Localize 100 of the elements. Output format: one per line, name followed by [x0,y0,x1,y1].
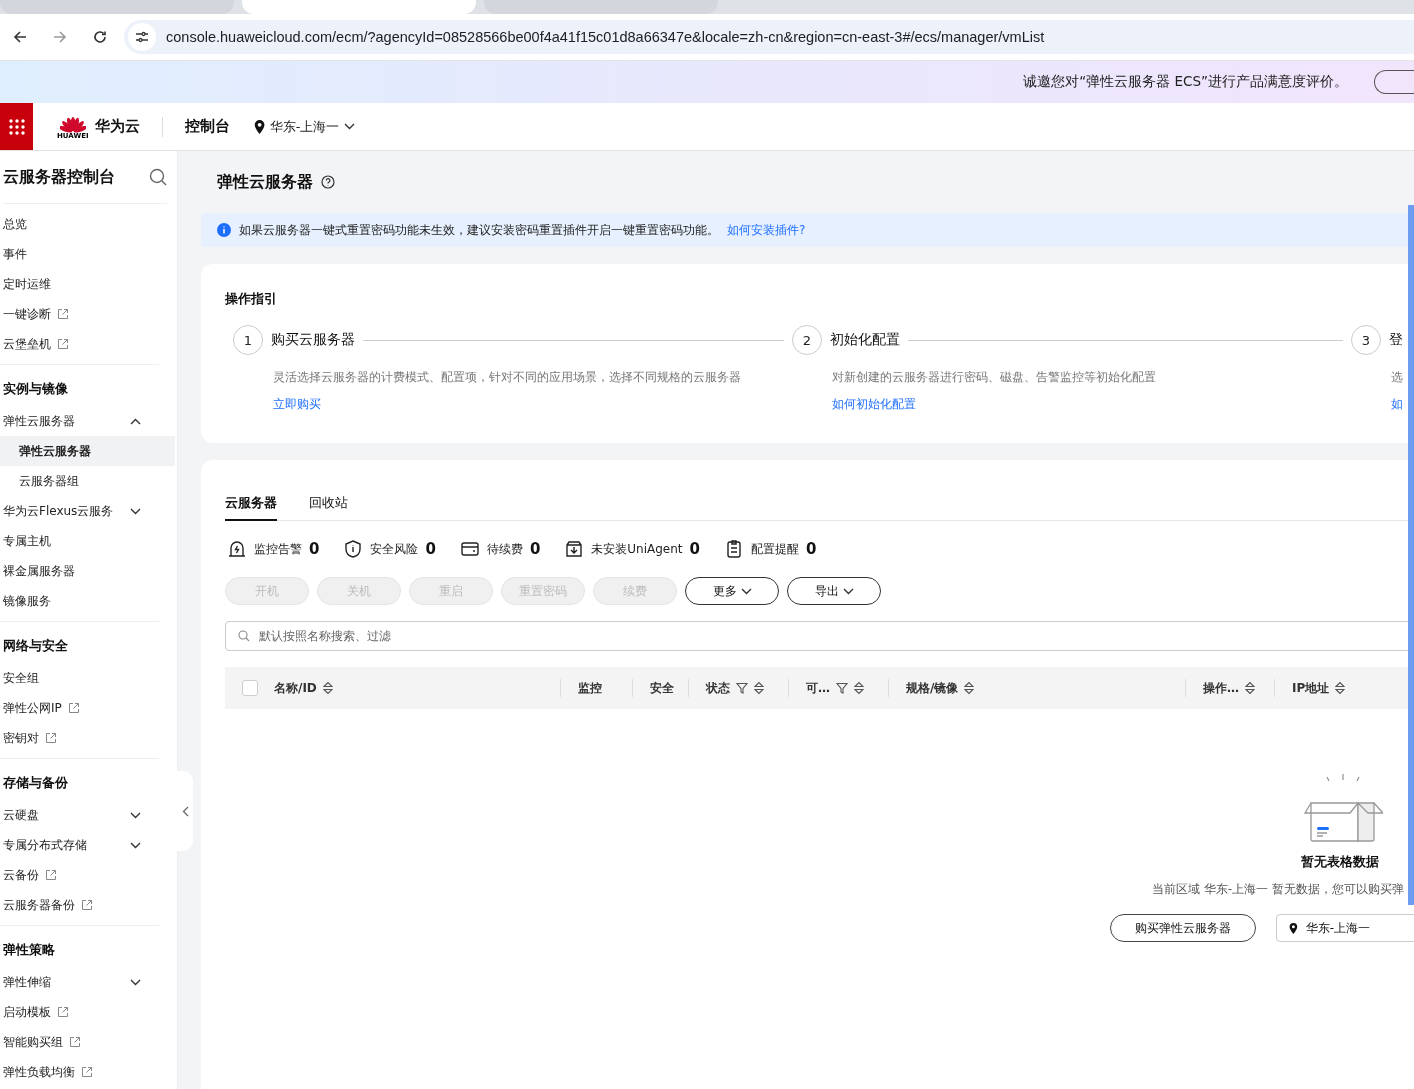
region-selector[interactable]: 华东-上海一 [253,117,356,136]
stat-count: 0 [806,540,817,558]
sidebar-item[interactable]: 镜像服务 [0,586,159,616]
shield-icon [343,539,364,559]
alert-text: 如果云服务器一键式重置密码功能未生效，建议安装密码重置插件开启一键重置密码功能。 [239,221,719,239]
sidebar-item[interactable]: 密钥对 [0,723,159,753]
back-arrow-icon [13,30,27,44]
step-description: 选 [1391,369,1404,386]
site-settings-icon[interactable] [128,23,156,51]
sidebar-subitem[interactable]: 云服务器组 [0,466,175,496]
filter-icon[interactable] [736,682,748,694]
stat-label: 未安装UniAgent [591,540,683,558]
step-link[interactable]: 如何初始化配置 [832,396,916,413]
search-icon [238,630,250,642]
sidebar-item[interactable]: 云服务器备份 [0,890,159,920]
tab[interactable]: 云服务器 [225,494,277,521]
sidebar-group-title: 网络与安全 [2,637,69,655]
sort-icon[interactable] [1245,681,1255,695]
step-link[interactable]: 立即购买 [273,396,321,413]
wallet-icon [459,539,480,559]
sidebar-item[interactable]: 裸金属服务器 [0,556,159,586]
filter-icon[interactable] [836,682,848,694]
menu-button[interactable] [0,103,33,150]
install-plugin-link[interactable]: 如何安装插件? [727,221,806,239]
sidebar-item[interactable]: 弹性公网IP [0,693,159,723]
external-link-icon [45,869,57,881]
tab[interactable]: 回收站 [309,494,348,521]
step-title: 初始化配置 [830,331,900,349]
reload-icon [93,30,107,44]
select-all-checkbox[interactable] [242,680,258,696]
sidebar-group-title: 实例与镜像 [2,380,69,398]
step-description: 灵活选择云服务器的计费模式、配置项，针对不同的应用场景，选择不同规格的云服务器 [273,369,742,386]
step-link[interactable]: 如 [1391,396,1403,413]
logo-petals-icon [59,114,86,133]
sidebar-item[interactable]: 智能购买组 [0,1027,159,1057]
sort-icon[interactable] [754,681,764,695]
sidebar-subitem[interactable]: 弹性云服务器 [0,436,175,466]
sort-icon[interactable] [854,681,864,695]
sidebar-item[interactable]: 云备份 [0,860,159,890]
sidebar-item[interactable]: 安全组 [0,663,159,693]
sidebar-item[interactable]: 专属主机 [0,526,159,556]
sort-icon[interactable] [964,681,975,695]
sidebar-item[interactable]: 专属分布式存储 [0,830,159,860]
action-button[interactable]: 导出 [787,577,881,605]
sidebar-item[interactable]: 云硬盘 [0,800,159,830]
guide-title: 操作指引 [225,290,278,308]
alarm-bell-icon [227,539,247,559]
sidebar-item[interactable]: 一键诊断 [0,299,159,329]
clipboard-icon [724,539,744,559]
sidebar-item[interactable]: 弹性负载均衡 [0,1057,159,1087]
external-link-icon [69,1036,81,1048]
external-link-icon [57,338,69,350]
chevron-icon [130,811,141,819]
search-icon[interactable] [149,168,167,186]
stat-label: 待续费 [486,540,523,558]
external-link-icon [81,899,93,911]
banner-text: 诚邀您对“弹性云服务器 ECS”进行产品满意度评价。 [1023,73,1348,91]
step-title: 登 [1389,331,1403,349]
collapse-handle[interactable] [177,771,193,851]
external-link-icon [57,1006,69,1018]
empty-title: 暂无表格数据 [1301,853,1379,871]
chevron-down-icon [842,587,854,595]
column-header: 安全 [650,679,674,697]
scrollbar[interactable] [1408,205,1414,905]
sidebar-item[interactable]: 云堡垒机 [0,329,159,359]
help-icon[interactable] [321,175,335,189]
sidebar-group-title: 弹性策略 [2,941,56,959]
chevron-down-icon [740,587,752,595]
sidebar-item[interactable]: 启动模板 [0,997,159,1027]
forward-arrow-icon [53,30,67,44]
external-link-icon [81,1066,93,1078]
sidebar-item[interactable]: 华为云Flexus云服务 [0,496,159,526]
region-select[interactable]: 华东-上海一 [1276,914,1414,942]
buy-button[interactable]: 购买弹性云服务器 [1110,914,1256,942]
action-button[interactable]: 更多 [685,577,779,605]
page-title: 弹性云服务器 [217,171,313,193]
sidebar-title: 云服务器控制台 [3,166,115,188]
stat-count: 0 [309,540,320,558]
stat-label: 配置提醒 [751,540,799,558]
address-bar[interactable]: console.huaweicloud.com/ecm/?agencyId=08528566be00f4a41f15c01d8a66347e&locale=zh-cn&region=cn-east-3#/ecs/manager/vmList [124,20,1414,54]
stat-label: 监控告警 [254,540,302,558]
grid-icon [8,118,25,135]
column-header: 监控 [578,679,602,697]
chevron-icon [130,978,141,986]
sidebar-item[interactable]: 定时运维 [0,269,159,299]
sort-icon[interactable] [1335,681,1346,695]
column-header: 可… [806,679,830,697]
external-link-icon [67,702,80,714]
sidebar-item[interactable]: 总览 [0,209,159,239]
sort-icon[interactable] [322,681,333,695]
console-link[interactable]: 控制台 [184,117,230,136]
chevron-icon [130,841,141,849]
sidebar-item[interactable]: 事件 [0,239,159,269]
sidebar-item[interactable]: 弹性云服务器 [0,406,159,436]
download-box-icon [564,539,585,559]
column-header: 状态 [706,679,730,697]
sidebar-item[interactable]: 弹性伸缩 [0,967,159,997]
info-icon [217,223,231,237]
step-description: 对新创建的云服务器进行密码、磁盘、告警监控等初始化配置 [832,369,1157,386]
stat-count: 0 [425,540,436,558]
